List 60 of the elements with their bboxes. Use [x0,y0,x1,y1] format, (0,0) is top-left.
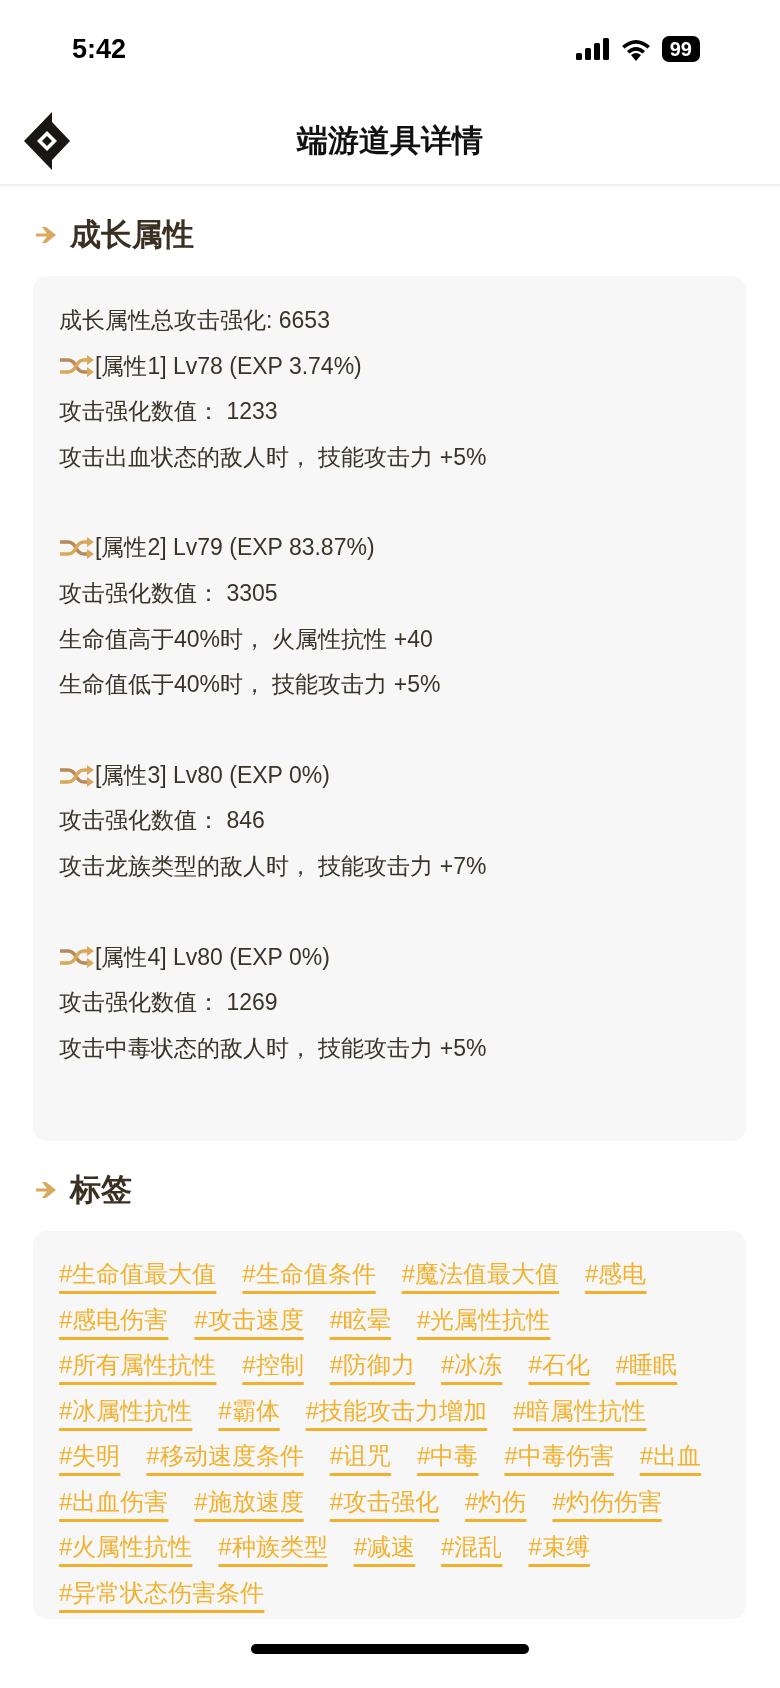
tag-link[interactable]: #暗属性抗性 [513,1387,647,1434]
tag-link[interactable]: #感电 [585,1251,647,1297]
section-title: 标签 [70,1171,132,1210]
tag-link[interactable]: #移动速度条件 [146,1433,304,1479]
attribute-title: [属性1] Lv78 (EXP 3.74%) [95,351,362,381]
battery-level: 99 [661,36,700,62]
tag-link[interactable]: #诅咒 [329,1433,392,1479]
attribute-title: [属性4] Lv80 (EXP 0%) [95,942,330,972]
shuffle-icon [59,537,95,560]
tag-link[interactable]: #中毒 [417,1433,479,1479]
tag-link[interactable]: #生命值最大值 [59,1251,217,1297]
tag-link[interactable]: #混乱 [441,1524,503,1570]
attribute-line: 攻击出血状态的敌人时， 技能攻击力 +5% [59,442,488,472]
tag-link[interactable]: #攻击速度 [194,1296,304,1343]
total-attack-text: 成长属性总攻击强化: 6653 [59,306,331,335]
tag-link[interactable]: #灼伤伤害 [552,1478,662,1525]
section-title: 成长属性 [70,216,194,254]
shuffle-icon [59,355,95,378]
attribute-line: 攻击龙族类型的敌人时， 技能攻击力 +7% [59,851,488,881]
attribute-line: 攻击中毒状态的敌人时， 技能攻击力 +5% [59,1033,488,1063]
diamond-logo-icon[interactable] [24,112,70,170]
tag-link[interactable]: #霸体 [218,1387,280,1434]
tag-link[interactable]: #减速 [353,1524,416,1570]
tag-link[interactable]: #种族类型 [218,1524,328,1570]
tag-link[interactable]: #冰冻 [441,1342,503,1388]
shuffle-icon [59,946,95,969]
tag-link[interactable]: #石化 [528,1342,590,1388]
tag-link[interactable]: #火属性抗性 [59,1524,193,1570]
tag-link[interactable]: #光属性抗性 [417,1296,551,1343]
tag-link[interactable]: #异常状态伤害条件 [59,1569,265,1616]
attribute-line: 攻击强化数值： 1269 [59,988,279,1018]
status-time: 5:42 [72,33,127,65]
tag-link[interactable]: #睡眠 [615,1342,678,1388]
tag-link[interactable]: #眩晕 [329,1296,392,1343]
attribute-title: [属性3] Lv80 (EXP 0%) [95,760,330,790]
page-title: 端游道具详情 [297,122,483,160]
signal-icon [575,38,610,60]
tag-link[interactable]: #攻击强化 [329,1478,440,1525]
tag-link[interactable]: #防御力 [329,1342,416,1388]
tag-link[interactable]: #魔法值最大值 [401,1251,560,1297]
shuffle-icon [59,764,95,787]
tag-link[interactable]: #出血伤害 [59,1478,169,1525]
attribute-line: 攻击强化数值： 3305 [59,578,279,608]
tag-link[interactable]: #出血 [639,1433,702,1479]
tag-link[interactable]: #冰属性抗性 [59,1387,193,1434]
tag-link[interactable]: #施放速度 [194,1478,304,1525]
tag-link[interactable]: #控制 [242,1342,304,1388]
tag-link[interactable]: #失明 [59,1433,121,1479]
attribute-line: 攻击强化数值： 846 [59,806,266,836]
tag-link[interactable]: #所有属性抗性 [59,1342,217,1388]
tag-link[interactable]: #技能攻击力增加 [305,1387,488,1434]
tag-link[interactable]: #灼伤 [465,1478,527,1525]
tag-link[interactable]: #生命值条件 [242,1251,376,1297]
attribute-line: 攻击强化数值： 1233 [59,397,279,427]
tag-link[interactable]: #感电伤害 [59,1296,169,1343]
tag-link[interactable]: #束缚 [528,1524,590,1570]
attribute-line: 生命值高于40%时， 火属性抗性 +40 [59,624,434,654]
attribute-line: 生命值低于40%时， 技能攻击力 +5% [59,670,442,700]
attribute-title: [属性2] Lv79 (EXP 83.87%) [95,533,375,563]
tag-link[interactable]: #中毒伤害 [504,1433,614,1479]
